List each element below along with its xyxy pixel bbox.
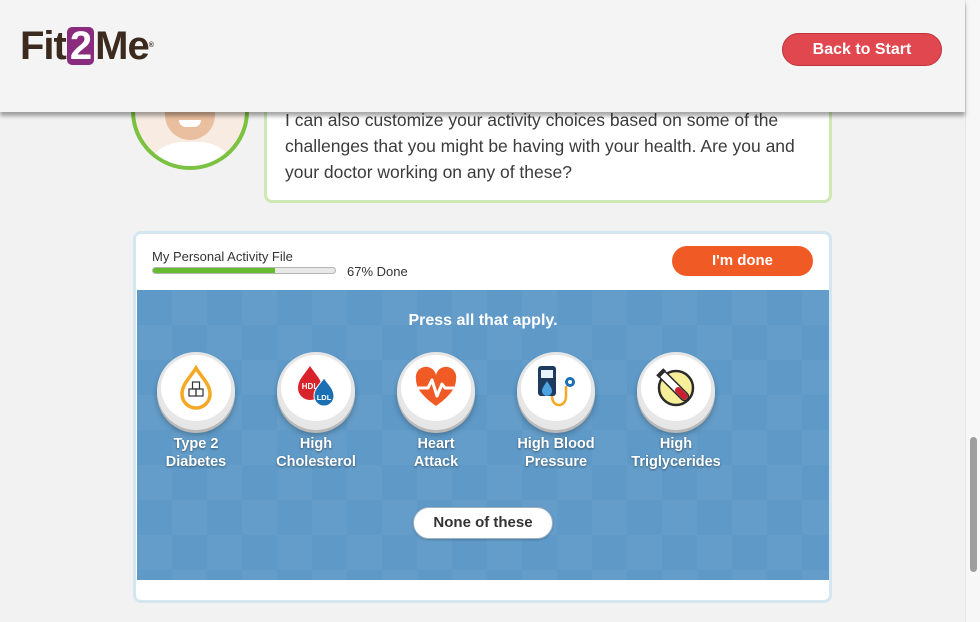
fit2me-logo[interactable]: Fit 2 Me® [20,24,154,68]
progress-label: 67% Done [347,264,408,279]
cholesterol-drops-icon: HDL LDL [298,366,335,407]
choice-label: High Blood Pressure [517,436,595,470]
instruction-text: Press all that apply. [408,312,558,329]
back-to-start-button[interactable]: Back to Start [782,33,942,66]
choice-type-2-diabetes[interactable]: Type 2 Diabetes [137,349,255,479]
choice-button[interactable] [637,352,715,430]
choice-label: Heart Attack [413,436,459,470]
scrollbar-thumb[interactable] [970,437,977,572]
choice-label: Type 2 Diabetes [165,436,227,470]
avatar-smile [179,120,201,127]
condition-selection-panel: Press all that apply. Type 2 Diabetes HD… [137,290,829,580]
progress-bar-fill [153,268,275,273]
choice-button[interactable] [517,352,595,430]
activity-file-title: My Personal Activity File [152,249,293,264]
test-tube-icon [656,368,695,407]
choice-high-triglycerides[interactable]: High Triglycerides [617,349,735,479]
choice-high-blood-pressure[interactable]: High Blood Pressure [497,349,615,479]
choice-high-cholesterol[interactable]: HDL LDL High Cholesterol [257,349,375,479]
progress-bar [152,267,336,274]
choice-heart-attack[interactable]: Heart Attack [377,349,495,479]
choice-label: High Triglycerides [631,436,721,470]
im-done-button[interactable]: I'm done [672,246,813,276]
none-of-these-button[interactable]: None of these [413,507,553,539]
avatar-shirt [143,142,239,166]
activity-card: My Personal Activity File 67% Done I'm d… [133,231,832,603]
heartbeat-icon [415,366,457,406]
diabetes-drop-icon [180,364,212,410]
coach-message: I can also customize your activity choic… [285,110,795,182]
choice-button[interactable]: HDL LDL [277,352,355,430]
top-header: Fit 2 Me® Back to Start [0,0,965,112]
choice-button[interactable] [397,352,475,430]
blood-pressure-cuff-icon [538,366,575,407]
choice-label: High Cholesterol [276,436,356,470]
choice-button[interactable] [157,352,235,430]
scrollbar[interactable] [965,0,980,622]
ldl-tag: LDL [317,393,332,402]
